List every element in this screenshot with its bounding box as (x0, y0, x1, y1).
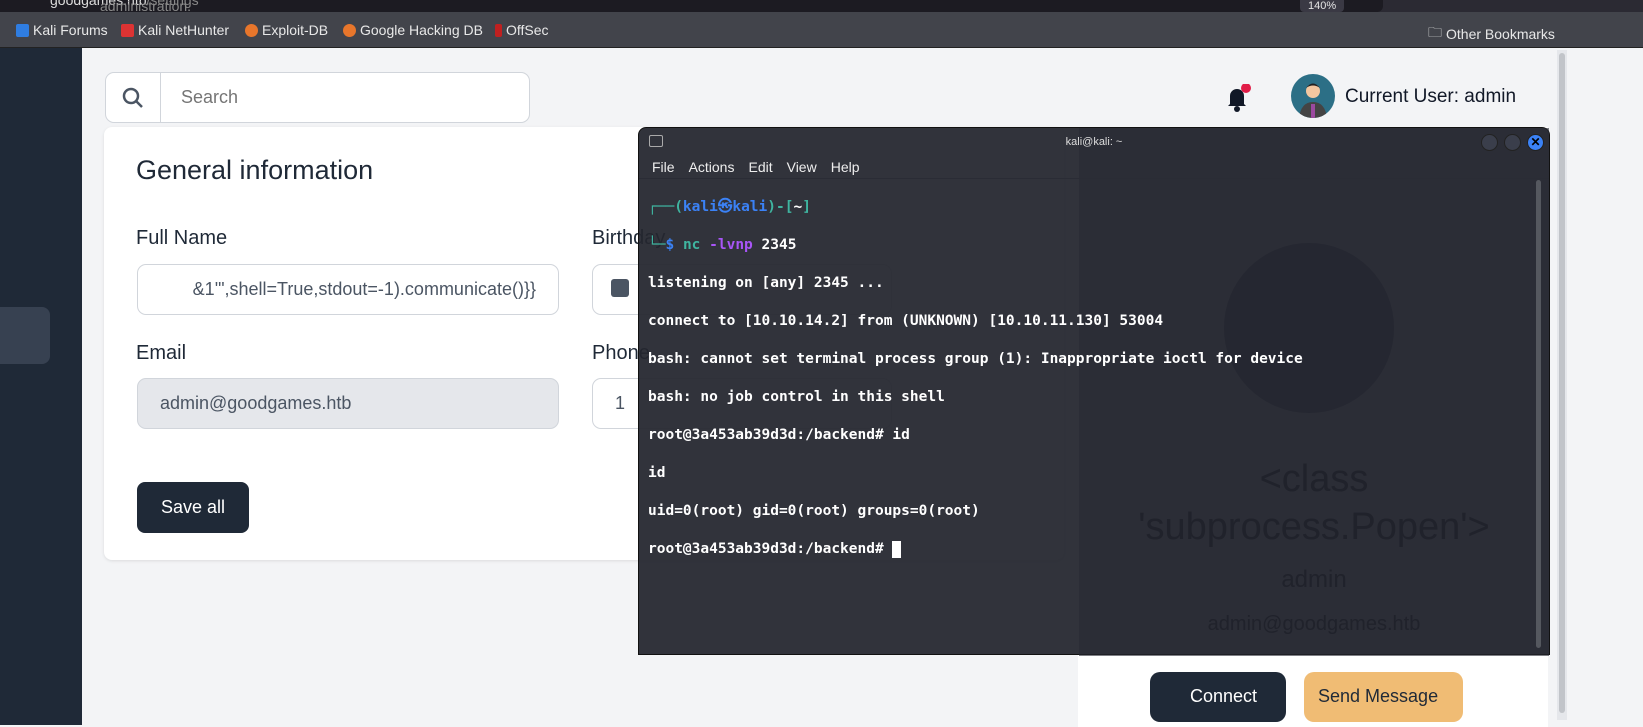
cursor (892, 540, 902, 558)
page-title: General information (136, 155, 374, 185)
close-button[interactable]: ✕ (1527, 134, 1544, 151)
url-bar[interactable]: internal-administration.goodgames.htb/se… (0, 0, 1383, 12)
folder-icon: 🗀 (1428, 24, 1442, 40)
prompt-line: ┌──(kali㉿kali)-[~] (648, 199, 811, 215)
save-all-button[interactable]: Save all (137, 482, 249, 533)
bookmark-label: Google Hacking DB (360, 22, 483, 38)
terminal-output[interactable]: ┌──(kali㉿kali)-[~] └─$ nc -lvnp 2345 lis… (639, 179, 1549, 597)
avatar[interactable] (1291, 74, 1335, 118)
prompt-host: kali (732, 199, 768, 215)
ghdb-icon (343, 23, 356, 37)
output-line: id (648, 465, 666, 481)
menu-edit[interactable]: Edit (748, 159, 772, 175)
search-box (105, 72, 530, 123)
sidebar (0, 48, 82, 725)
current-prompt: root@3a453ab39d3d:/backend# (648, 541, 893, 557)
bell-icon[interactable] (1224, 83, 1254, 119)
bookmark-label: OffSec (506, 22, 549, 38)
output-line: uid=0(root) gid=0(root) groups=0(root) (648, 503, 980, 519)
bookmarks-bar: Kali Forums Kali NetHunter Exploit-DB Go… (0, 12, 1643, 48)
bookmark-label: Kali NetHunter (138, 22, 230, 38)
current-user[interactable]: Current User: admin (1345, 86, 1516, 108)
bookmark-exploit-db[interactable]: Exploit-DB (245, 22, 328, 38)
bookmark-offsec[interactable]: OffSec (495, 22, 549, 38)
minimize-button[interactable] (1481, 134, 1498, 151)
sidebar-item-settings[interactable] (0, 307, 50, 364)
search-icon (106, 73, 161, 122)
output-line: connect to [10.10.14.2] from (UNKNOWN) [… (648, 313, 1164, 329)
prompt-user: kali (682, 199, 718, 215)
terminal-window[interactable]: <class 'subprocess.Popen'> admin admin@g… (638, 127, 1550, 656)
output-line: bash: no job control in this shell (648, 389, 945, 405)
menu-actions[interactable]: Actions (689, 159, 735, 175)
menu-help[interactable]: Help (831, 159, 860, 175)
full-name-input[interactable]: &1'",shell=True,stdout=-1).communicate()… (137, 264, 559, 315)
output-line: bash: cannot set terminal process group … (648, 351, 1303, 367)
other-bookmarks[interactable]: 🗀 Other Bookmarks (1428, 22, 1555, 46)
output-line: listening on [any] 2345 ... (648, 275, 884, 291)
bookmark-kali-nethunter[interactable]: Kali NetHunter (121, 22, 229, 38)
current-prompt-line: root@3a453ab39d3d:/backend# (648, 540, 1540, 559)
command-line: └─$ nc -lvnp 2345 (648, 237, 797, 253)
command: nc (682, 237, 701, 253)
terminal-titlebar[interactable]: kali@kali: ~ ✕ (639, 128, 1549, 156)
bookmark-google-hacking-db[interactable]: Google Hacking DB (343, 22, 483, 38)
terminal-menu: File Actions Edit View Help (639, 156, 1549, 179)
output-line: root@3a453ab39d3d:/backend# id (648, 427, 910, 443)
connect-button[interactable]: Connect (1150, 672, 1286, 722)
profile-email: admin@goodgames.htb (1207, 613, 1421, 635)
zoom-level[interactable]: 140% (1300, 0, 1345, 12)
page-scrollbar-thumb[interactable] (1559, 53, 1565, 713)
command-args: -lvnp (709, 237, 753, 253)
calendar-icon (611, 279, 629, 297)
maximize-button[interactable] (1504, 134, 1521, 151)
other-bookmarks-label: Other Bookmarks (1446, 26, 1555, 42)
email-label: Email (136, 342, 187, 364)
menu-view[interactable]: View (787, 159, 817, 175)
terminal-scrollbar[interactable] (1536, 180, 1541, 648)
terminal-app-icon (649, 135, 663, 147)
full-name-label: Full Name (136, 227, 228, 249)
browser-toolbar: internal-administration.goodgames.htb/se… (0, 0, 1643, 12)
bookmark-kali-forums[interactable]: Kali Forums (16, 22, 108, 38)
prompt-dir: ~ (793, 199, 803, 215)
page-scrollbar[interactable] (1557, 50, 1567, 720)
command-port: 2345 (761, 237, 797, 253)
bookmark-label: Kali Forums (33, 22, 108, 38)
search-input[interactable] (161, 73, 521, 122)
menu-file[interactable]: File (652, 159, 675, 175)
url-prefix: internal-administration. (100, 0, 192, 12)
offsec-icon (495, 23, 502, 37)
nethunter-icon (121, 23, 134, 37)
kali-forums-icon (16, 23, 29, 37)
send-message-button[interactable]: Send Message (1304, 672, 1463, 722)
exploit-db-icon (245, 23, 258, 37)
email-input[interactable]: admin@goodgames.htb (137, 378, 559, 429)
terminal-title: kali@kali: ~ (1065, 136, 1123, 148)
bookmark-label: Exploit-DB (262, 22, 329, 38)
